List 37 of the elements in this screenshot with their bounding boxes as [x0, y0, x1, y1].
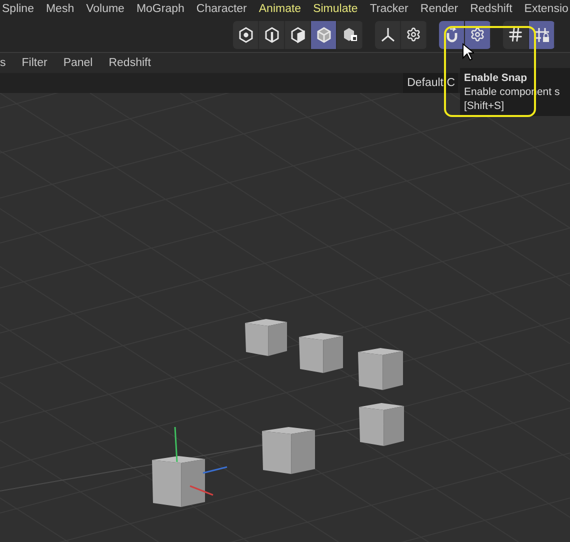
menu-item[interactable]: Animate: [258, 2, 302, 14]
toolbar-button[interactable]: [311, 20, 337, 48]
settings-icon: [406, 27, 421, 42]
tooltip-title: Enable Snap: [464, 71, 528, 85]
menu-item[interactable]: Extensio: [524, 2, 568, 14]
camera-label[interactable]: Default C: [403, 73, 458, 93]
cube: [245, 319, 287, 356]
axis-gizmo: [174, 426, 228, 496]
viewport-menu-item[interactable]: Filter: [22, 57, 48, 69]
cube-icon: [314, 26, 332, 44]
grid-icon: [507, 26, 524, 43]
menu-item[interactable]: Volume: [86, 2, 124, 14]
polygons-mode-icon: [288, 26, 306, 44]
cube: [358, 348, 403, 390]
menu-item[interactable]: Render: [420, 2, 458, 14]
viewport-menu-item[interactable]: Redshift: [108, 57, 151, 69]
axis-icon: [378, 26, 396, 44]
cube: [262, 427, 315, 474]
menu-item[interactable]: Spline: [2, 2, 34, 14]
menu-item[interactable]: Character: [196, 2, 247, 14]
menu-item[interactable]: Simulate: [313, 2, 358, 14]
cube: [152, 456, 205, 507]
toolbar-button[interactable]: [529, 20, 555, 48]
menu-item[interactable]: Redshift: [470, 2, 512, 14]
settings-icon: [470, 27, 485, 42]
points-mode-icon: [236, 26, 254, 44]
cube: [299, 333, 343, 373]
menu-item[interactable]: MoGraph: [136, 2, 184, 14]
menu-item[interactable]: Mesh: [46, 2, 74, 14]
tooltip-shortcut: [Shift+S]: [464, 99, 505, 113]
edges-mode-icon: [262, 26, 280, 44]
toolbar-button[interactable]: [465, 20, 491, 48]
viewport-menu-item[interactable]: Panel: [63, 57, 93, 69]
viewport-menu-item[interactable]: s: [0, 57, 6, 69]
menu-item[interactable]: Tracker: [370, 2, 408, 14]
cube: [359, 403, 404, 446]
cursor-icon: [462, 43, 474, 61]
